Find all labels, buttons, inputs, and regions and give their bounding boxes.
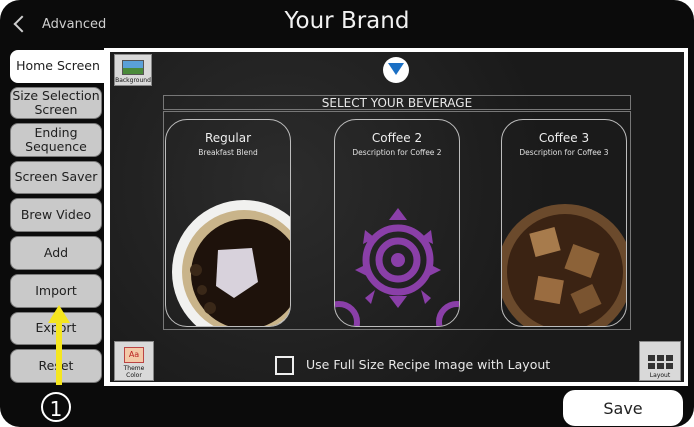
full-size-image-checkbox[interactable] (275, 356, 294, 375)
beverage-description: Breakfast Blend (198, 148, 258, 157)
full-size-image-label: Use Full Size Recipe Image with Layout (306, 357, 551, 372)
sidebar-item-screen-saver[interactable]: Screen Saver (10, 161, 102, 194)
background-label: Background (115, 76, 151, 84)
beverage-description: Description for Coffee 3 (519, 148, 609, 157)
sidebar-item-label: Brew Video (20, 206, 92, 222)
page-title: Your Brand (284, 8, 410, 34)
sidebar-item-label: Add (43, 244, 69, 260)
layout-label: Layout (649, 371, 671, 379)
font-icon: Aa (124, 347, 144, 364)
beverage-card-coffee-2[interactable]: Coffee 2 Description for Coffee 2 (334, 119, 460, 327)
save-button[interactable]: Save (563, 390, 683, 426)
sidebar-item-import[interactable]: Import (10, 274, 102, 308)
sidebar-item-label: Ending Sequence (25, 124, 87, 154)
app-window: Advanced Your Brand Home Screen Size Sel… (0, 0, 694, 427)
theme-color-button[interactable]: Aa Theme Color (114, 341, 154, 381)
sidebar-item-ending-sequence[interactable]: Ending Sequence (10, 123, 102, 157)
background-button[interactable]: Background (114, 54, 152, 86)
up-arrow-annotation-icon (48, 305, 70, 385)
brand-logo-icon (383, 57, 409, 83)
pattern-image (335, 208, 459, 326)
beverage-card-coffee-3[interactable]: Coffee 3 Description for Coffee 3 (501, 119, 627, 327)
top-bar: Advanced Your Brand (0, 0, 694, 48)
beverage-name: Coffee 2 (371, 131, 423, 145)
layout-button[interactable]: Layout (639, 341, 681, 381)
sidebar-item-home-screen[interactable]: Home Screen (10, 50, 106, 83)
sidebar-item-label: Import (35, 282, 77, 298)
beverage-card-regular[interactable]: Regular Breakfast Blend (165, 119, 291, 327)
beverage-description: Description for Coffee 2 (352, 148, 442, 157)
beverage-heading: SELECT YOUR BEVERAGE (163, 95, 631, 110)
beverage-name: Regular (204, 131, 252, 145)
step-number-badge: 1 (41, 392, 71, 422)
theme-color-label: Theme Color (123, 365, 145, 379)
sidebar-item-size-selection-screen[interactable]: Size Selection Screen (10, 87, 102, 119)
sidebar-item-label: Screen Saver (14, 169, 98, 185)
iced-coffee-image (502, 204, 626, 326)
grid-icon (647, 354, 673, 369)
sidebar-item-brew-video[interactable]: Brew Video (10, 198, 102, 232)
image-icon (122, 59, 144, 75)
coffee-cup-image (172, 200, 290, 326)
sidebar-item-label: Home Screen (16, 58, 100, 74)
sidebar-item-add[interactable]: Add (10, 236, 102, 270)
sidebar-item-label: Size Selection Screen (12, 87, 100, 117)
beverage-name: Coffee 3 (538, 131, 590, 145)
